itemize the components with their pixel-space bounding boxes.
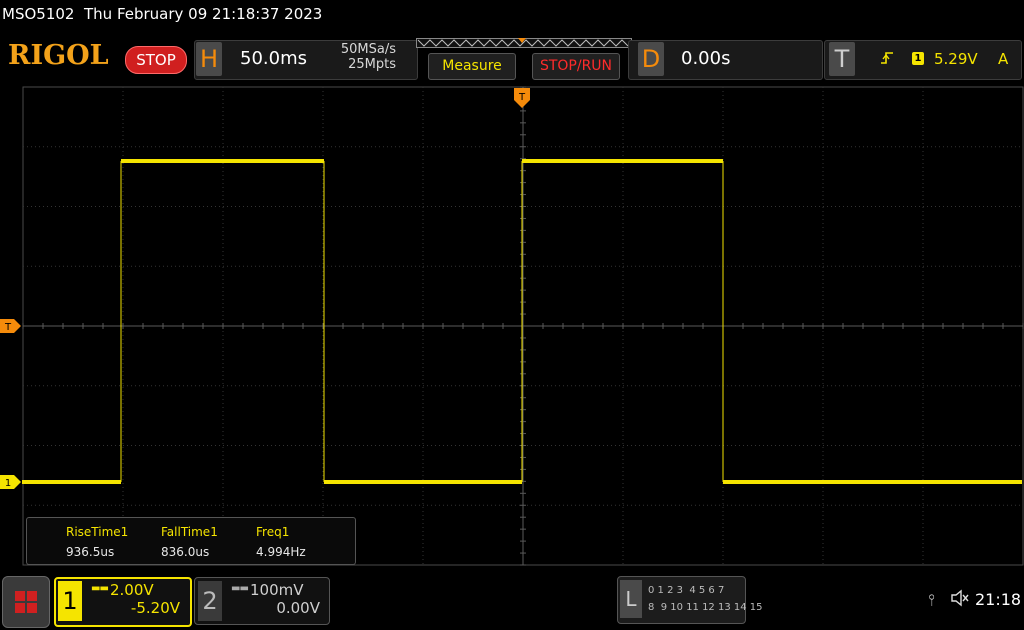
sample-rate: 50MSa/s xyxy=(340,42,396,57)
trigger-level-marker[interactable]: T xyxy=(0,319,22,333)
ch2-offset: 0.00V xyxy=(276,599,320,617)
meas-header-freq: Freq1 xyxy=(256,525,290,539)
ch1-offset: -5.20V xyxy=(130,599,180,617)
trigger-level-marker-label: T xyxy=(4,322,12,333)
meas-header-risetime: RiseTime1 xyxy=(66,525,129,539)
horizontal-label: H xyxy=(196,42,222,76)
ch1-ground-marker-label: 1 xyxy=(5,478,11,489)
graticule xyxy=(22,86,1024,566)
trigger-source-badge: 1 xyxy=(912,52,924,65)
waveform-display[interactable] xyxy=(22,86,1024,566)
ch1-number: 1 xyxy=(58,581,82,621)
grid-menu-icon xyxy=(15,591,37,613)
trigger-time-marker-label: T xyxy=(518,92,526,103)
measure-button[interactable]: Measure xyxy=(428,53,516,80)
trigger-mode: A xyxy=(998,50,1009,68)
model-name: MSO5102 xyxy=(2,5,75,23)
meas-value-freq: 4.994Hz xyxy=(256,545,306,559)
speaker-muted-icon[interactable] xyxy=(950,589,970,607)
timebase-value: 50.0ms xyxy=(240,48,307,69)
usb-icon: ⫯ xyxy=(928,590,935,609)
meas-value-falltime: 836.0us xyxy=(161,545,210,559)
clock: 21:18 xyxy=(975,590,1022,609)
trigger-time-marker[interactable]: T xyxy=(514,88,532,110)
delay-label: D xyxy=(638,42,664,76)
logic-channels-row2: 8 9 10 11 12 13 14 15 xyxy=(648,602,763,613)
stop-run-button[interactable]: STOP/RUN xyxy=(532,53,620,80)
ch1-ground-marker[interactable]: 1 xyxy=(0,475,22,489)
ch1-scale: 2.00V xyxy=(110,581,154,599)
meas-value-risetime: 936.5us xyxy=(66,545,115,559)
ch2-number: 2 xyxy=(198,581,222,621)
home-menu-button[interactable] xyxy=(2,576,50,628)
trigger-label: T xyxy=(829,42,855,76)
dc-coupling-icon: ▬▬ xyxy=(91,583,109,594)
datetime: Thu February 09 21:18:37 2023 xyxy=(84,5,323,23)
measurement-panel[interactable]: RiseTime1 FallTime1 Freq1 936.5us 836.0u… xyxy=(26,517,356,565)
ch1-trace-edges xyxy=(120,161,724,482)
title-line: MSO5102 Thu February 09 21:18:37 2023 xyxy=(2,5,322,23)
memory-depth: 25Mpts xyxy=(348,57,396,72)
ch2-scale: 100mV xyxy=(250,581,304,599)
memory-position-strip[interactable] xyxy=(416,38,632,48)
meas-header-falltime: FallTime1 xyxy=(161,525,218,539)
dc-coupling-icon: ▬▬ xyxy=(231,583,249,594)
logic-channels-row1: 0 1 2 3 4 5 6 7 xyxy=(648,585,725,596)
trigger-level: 5.29V xyxy=(934,50,978,68)
rigol-logo: RIGOL xyxy=(8,40,109,71)
run-state-badge[interactable]: STOP xyxy=(125,46,187,74)
logic-label: L xyxy=(620,580,642,618)
rising-edge-icon xyxy=(881,52,893,64)
delay-value: 0.00s xyxy=(681,48,731,69)
